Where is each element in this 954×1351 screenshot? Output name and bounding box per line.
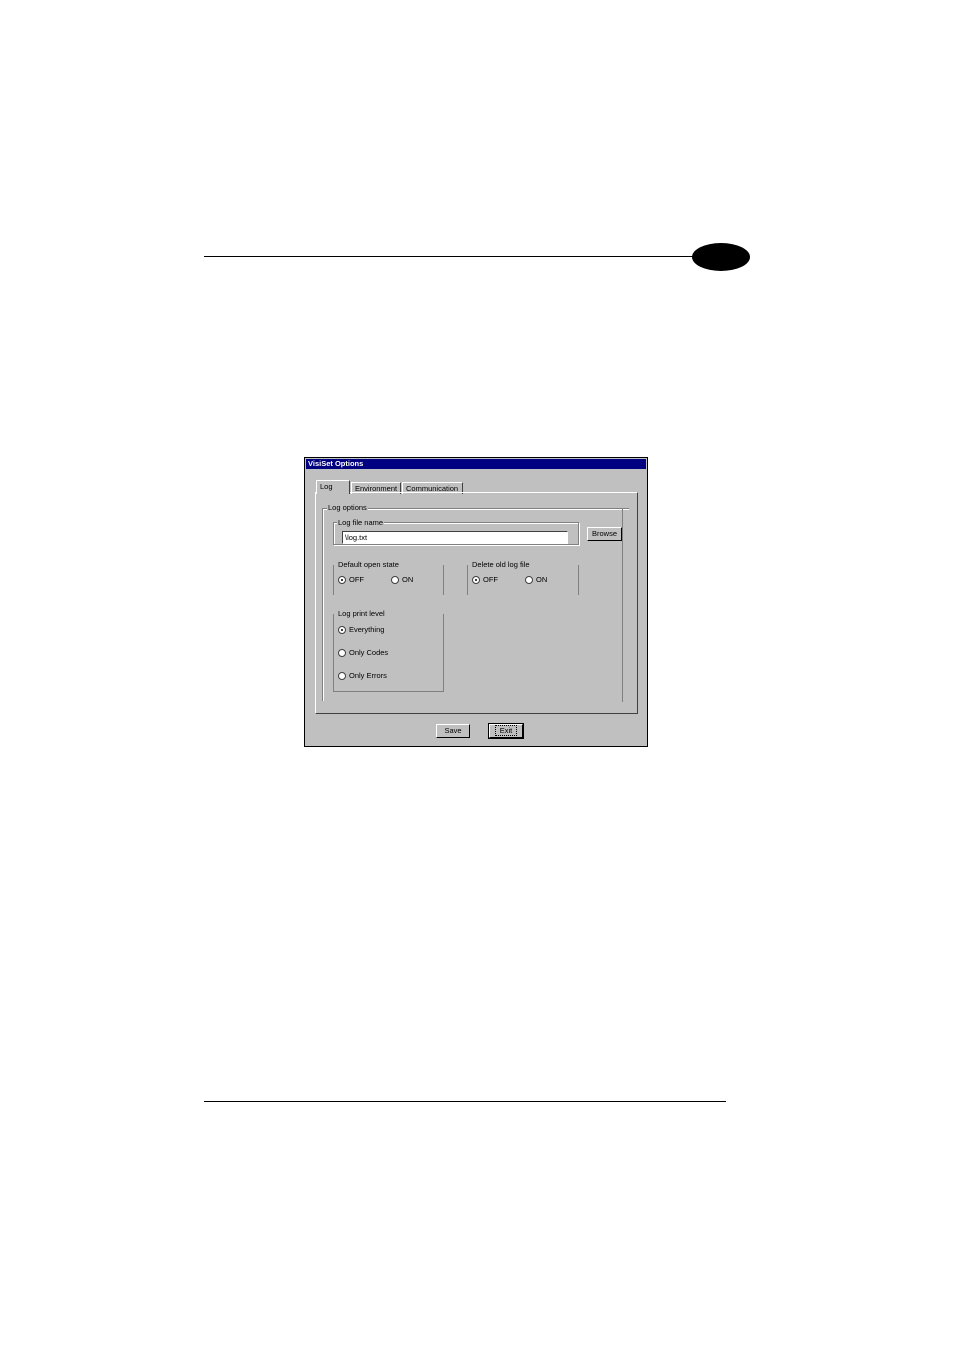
log-tab-panel: Log options Log file name \log.txt Brows… <box>315 492 638 714</box>
radio-unselected-icon <box>391 575 399 584</box>
default-open-state-legend: Default open state <box>337 560 400 569</box>
log-options-legend: Log options <box>327 503 368 512</box>
radio-selected-icon <box>338 625 346 634</box>
save-button[interactable]: Save <box>436 724 470 738</box>
exit-button-label: Exit <box>494 725 518 736</box>
delete-old-off-radio[interactable]: OFF <box>472 575 498 584</box>
default-open-on-radio[interactable]: ON <box>391 575 413 584</box>
radio-unselected-icon <box>338 671 346 680</box>
default-open-state-group: Default open state OFF ON <box>333 560 444 595</box>
exit-button[interactable]: Exit <box>488 723 524 739</box>
log-options-group: Log options Log file name \log.txt Brows… <box>322 503 629 702</box>
browse-button[interactable]: Browse <box>587 527 622 541</box>
radio-unselected-icon <box>525 575 533 584</box>
log-print-level-group: Log print level Everything Only Codes On… <box>333 609 444 692</box>
radio-selected-icon <box>472 575 480 584</box>
window-title: VisiSet Options <box>306 459 646 469</box>
print-level-only-errors-radio[interactable]: Only Errors <box>338 671 387 680</box>
chapter-tab-marker <box>692 243 750 271</box>
default-open-off-radio[interactable]: OFF <box>338 575 364 584</box>
log-print-level-legend: Log print level <box>337 609 386 618</box>
log-file-name-input[interactable]: \log.txt <box>342 531 568 544</box>
footer-rule <box>204 1101 726 1102</box>
radio-selected-icon <box>338 575 346 584</box>
header-rule <box>204 256 696 257</box>
log-file-name-group: Log file name \log.txt <box>333 518 579 545</box>
tab-log[interactable]: Log <box>316 480 350 494</box>
print-level-only-codes-radio[interactable]: Only Codes <box>338 648 388 657</box>
visiset-options-dialog: VisiSet Options Log Environment Communic… <box>304 457 648 747</box>
log-file-name-legend: Log file name <box>337 518 385 527</box>
print-level-everything-radio[interactable]: Everything <box>338 625 384 634</box>
radio-unselected-icon <box>338 648 346 657</box>
log-options-group-right-edge <box>622 509 623 702</box>
delete-old-log-file-legend: Delete old log file <box>471 560 531 569</box>
delete-old-on-radio[interactable]: ON <box>525 575 547 584</box>
delete-old-log-file-group: Delete old log file OFF ON <box>467 560 579 595</box>
